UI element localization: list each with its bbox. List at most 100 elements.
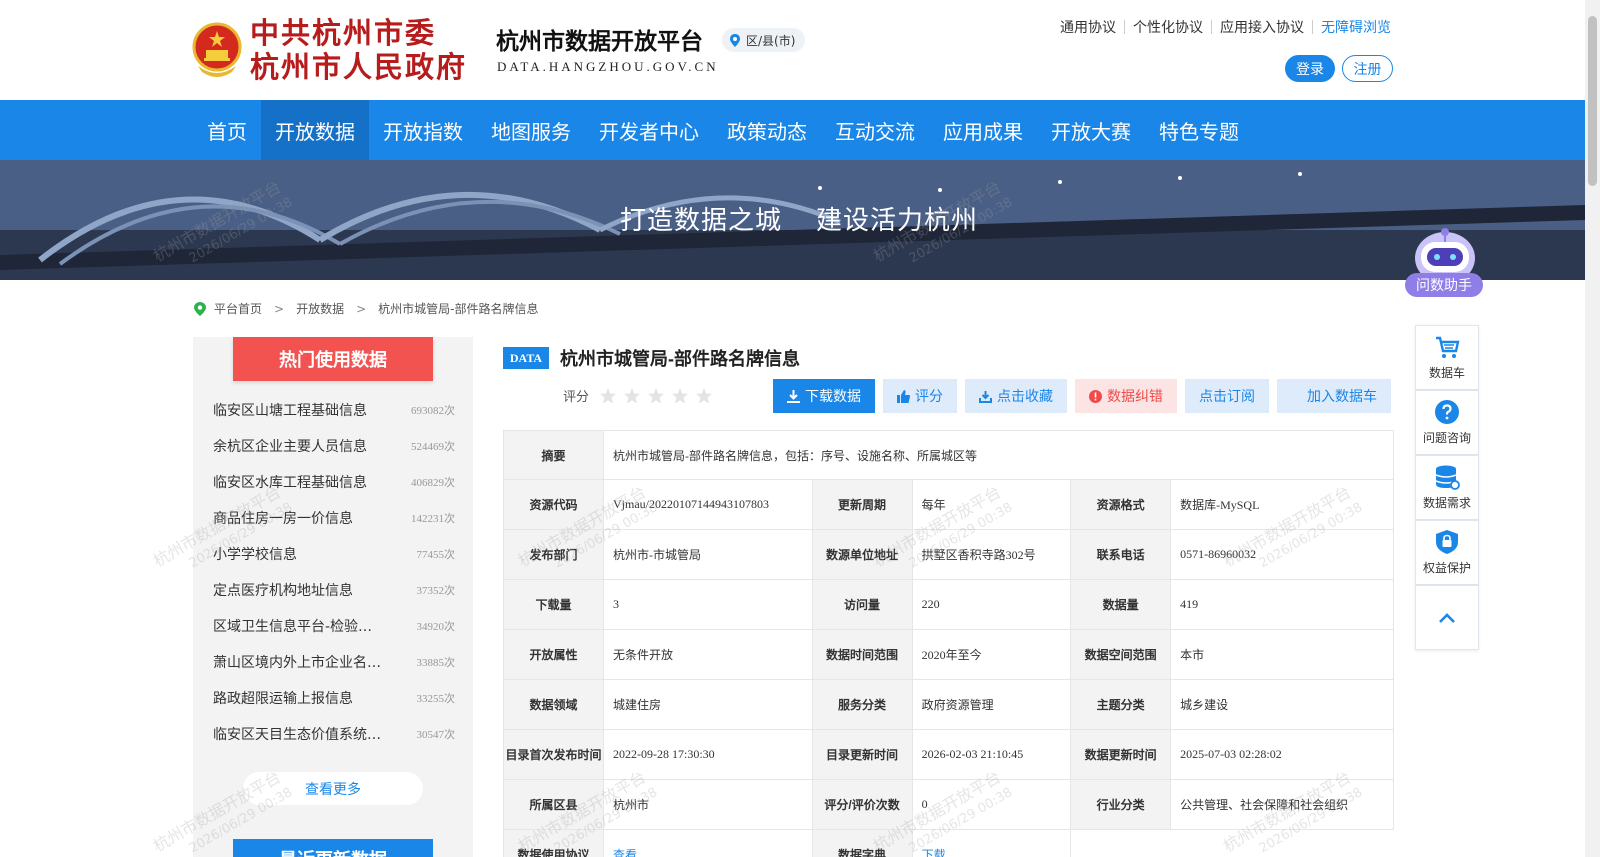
info-key: 更新周期	[811, 479, 913, 530]
hot-data-item[interactable]: 余杭区企业主要人员信息 524469次	[213, 428, 455, 464]
platform-name[interactable]: 杭州市数据开放平台	[496, 22, 703, 56]
summary-value: 杭州市城管局-部件路名牌信息，包括：序号、设施名称、所属城区等	[603, 430, 1394, 480]
nav-open-data[interactable]: 开放数据	[261, 100, 369, 160]
info-value: 杭州市-市城管局	[603, 529, 813, 580]
info-key: 数据领域	[503, 679, 604, 730]
hot-data-item[interactable]: 路政超限运输上报信息 33255次	[213, 680, 455, 716]
divider	[1211, 20, 1212, 34]
data-tag: DATA	[503, 347, 549, 369]
info-key: 评分/评价次数	[811, 779, 913, 830]
info-link[interactable]: 下载	[911, 829, 1072, 857]
hot-data-name: 路政超限运输上报信息	[213, 691, 353, 707]
national-emblem-icon	[192, 22, 242, 77]
info-key: 发布部门	[503, 529, 604, 580]
subscribe-label: 点击订阅	[1199, 389, 1255, 405]
link-general-agreement[interactable]: 通用协议	[1060, 17, 1116, 37]
scrollbar-thumb[interactable]	[1588, 16, 1597, 186]
info-value: 3	[603, 579, 813, 630]
hot-data-item[interactable]: 临安区山塘工程基础信息 693082次	[213, 392, 455, 428]
login-button[interactable]: 登录	[1285, 55, 1335, 82]
star-icon[interactable]	[599, 387, 617, 405]
data-demand-tool[interactable]: 数据需求	[1415, 455, 1479, 520]
info-key: 开放属性	[503, 629, 604, 680]
nav-app-results[interactable]: 应用成果	[929, 100, 1037, 160]
hot-data-item[interactable]: 商品住房一房一价信息 142231次	[213, 500, 455, 536]
data-cart-tool[interactable]: 数据车	[1415, 325, 1479, 390]
nav-home[interactable]: 首页	[193, 100, 261, 160]
info-key: 目录更新时间	[811, 729, 913, 780]
hot-data-item[interactable]: 区域卫生信息平台-检验… 34920次	[213, 608, 455, 644]
info-value: 杭州市	[603, 779, 813, 830]
hot-data-count: 37352次	[416, 585, 456, 597]
hot-data-count: 33885次	[416, 657, 456, 669]
hot-data-count: 693082次	[411, 405, 455, 417]
star-icon[interactable]	[695, 387, 713, 405]
page-scrollbar[interactable]	[1585, 0, 1600, 857]
info-key: 下载量	[503, 579, 604, 630]
banner-slogan: 打造数据之城 建设活力杭州	[620, 200, 978, 237]
nav-interaction[interactable]: 互动交流	[821, 100, 929, 160]
error-report-label: 数据纠错	[1107, 389, 1163, 405]
info-key: 数源单位地址	[811, 529, 913, 580]
info-link[interactable]: 查看	[603, 829, 813, 857]
error-report-button[interactable]: 数据纠错	[1075, 379, 1177, 413]
info-value: 2025-07-03 02:28:02	[1170, 729, 1394, 780]
hot-data-item[interactable]: 定点医疗机构地址信息 37352次	[213, 572, 455, 608]
rating-stars[interactable]	[599, 387, 713, 405]
register-button[interactable]: 注册	[1342, 55, 1393, 82]
location-pin-icon	[730, 33, 740, 47]
hot-data-count: 30547次	[416, 729, 456, 741]
crumb-home[interactable]: 平台首页	[214, 300, 262, 317]
rights-protection-tool[interactable]: 权益保护	[1415, 520, 1479, 585]
assistant-label[interactable]: 问数助手	[1405, 273, 1483, 297]
table-row: 数据使用协议 查看 数据字典 下载	[503, 829, 1394, 857]
hot-data-item[interactable]: 临安区水库工程基础信息 406829次	[213, 464, 455, 500]
nav-developer-center[interactable]: 开发者中心	[585, 100, 713, 160]
banner: 打造数据之城 建设活力杭州	[0, 160, 1585, 280]
info-value: 公共管理、社会保障和社会组织	[1170, 779, 1394, 830]
hot-data-count: 34920次	[416, 621, 456, 633]
gov-name: 中共杭州市委 杭州市人民政府	[250, 16, 467, 84]
recent-data-title: 最近更新数据	[233, 839, 433, 857]
nav-open-index[interactable]: 开放指数	[369, 100, 477, 160]
star-icon[interactable]	[623, 387, 641, 405]
info-value: 2020年至今	[911, 629, 1072, 680]
rate-button[interactable]: 评分	[883, 379, 957, 413]
info-value: 0	[911, 779, 1072, 830]
rights-protection-label: 权益保护	[1422, 561, 1471, 575]
crumb-open-data[interactable]: 开放数据	[296, 300, 344, 317]
nav-policy-news[interactable]: 政策动态	[713, 100, 821, 160]
star-icon[interactable]	[647, 387, 665, 405]
table-row: 摘要 杭州市城管局-部件路名牌信息，包括：序号、设施名称、所属城区等	[503, 430, 1394, 480]
side-toolbar: 数据车 问题咨询 数据需求 权益保护	[1415, 325, 1479, 650]
nav-competition[interactable]: 开放大赛	[1037, 100, 1145, 160]
add-to-cart-button[interactable]: 加入数据车	[1277, 379, 1391, 413]
hot-data-item[interactable]: 萧山区境内外上市企业名… 33885次	[213, 644, 455, 680]
star-icon[interactable]	[671, 387, 689, 405]
download-data-label: 下载数据	[805, 389, 861, 405]
cart-icon	[1436, 336, 1460, 358]
nav-map-service[interactable]: 地图服务	[477, 100, 585, 160]
link-personal-agreement[interactable]: 个性化协议	[1133, 17, 1203, 37]
summary-key: 摘要	[503, 430, 604, 480]
link-accessibility[interactable]: 无障碍浏览	[1321, 17, 1391, 37]
favorite-button[interactable]: 点击收藏	[965, 379, 1067, 413]
info-value: 本市	[1170, 629, 1394, 680]
district-selector[interactable]: 区/县(市)	[722, 28, 806, 52]
info-key: 资源格式	[1070, 479, 1172, 530]
top-links: 通用协议 个性化协议 应用接入协议 无障碍浏览	[1060, 17, 1391, 37]
info-value: 419	[1170, 579, 1394, 630]
table-row: 发布部门 杭州市-市城管局 数源单位地址 拱墅区香积寺路302号 联系电话 0571-86…	[503, 529, 1394, 580]
back-to-top-button[interactable]	[1415, 585, 1479, 650]
hot-data-item[interactable]: 小学学校信息 77455次	[213, 536, 455, 572]
subscribe-button[interactable]: 点击订阅	[1185, 379, 1269, 413]
table-row: 所属区县 杭州市 评分/评价次数 0 行业分类 公共管理、社会保障和社会组织	[503, 779, 1394, 830]
info-value: 数据库-MySQL	[1170, 479, 1394, 530]
hot-data-name: 小学学校信息	[213, 547, 297, 563]
hot-data-item[interactable]: 临安区天目生态价值系统… 30547次	[213, 716, 455, 752]
nav-special-topics[interactable]: 特色专题	[1145, 100, 1253, 160]
view-more-button[interactable]: 查看更多	[243, 772, 423, 805]
download-data-button[interactable]: 下载数据	[773, 379, 875, 413]
consult-tool[interactable]: 问题咨询	[1415, 390, 1479, 455]
link-app-access-agreement[interactable]: 应用接入协议	[1220, 17, 1304, 37]
